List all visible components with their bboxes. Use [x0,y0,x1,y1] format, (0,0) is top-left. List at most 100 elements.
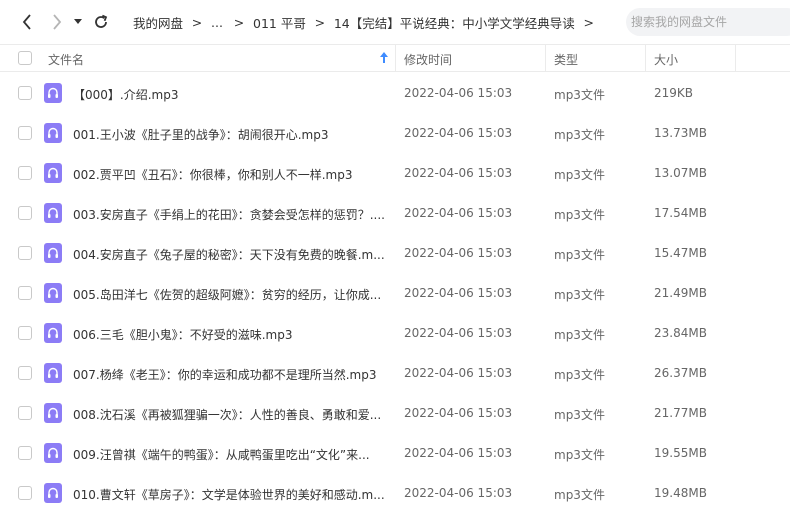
back-button[interactable] [17,12,37,32]
file-name[interactable]: 007.杨绛《老王》：你的幸运和成功都不是理所当然.mp3 [73,366,391,383]
column-header-name[interactable]: 文件名 [48,51,84,68]
breadcrumb-item-ellipsis[interactable]: ... [211,15,225,30]
audio-file-icon [44,323,62,343]
file-size: 19.55MB [654,446,707,460]
file-size: 26.37MB [654,366,707,380]
history-dropdown-button[interactable] [71,12,85,32]
file-type: mp3文件 [554,488,605,502]
file-mtime: 2022-04-06 15:03 [404,86,513,100]
file-name[interactable]: 【000】.介绍.mp3 [73,86,391,103]
file-type: mp3文件 [554,128,605,142]
row-checkbox[interactable] [18,366,32,380]
breadcrumb-item-folder[interactable]: 011 平哥 [253,13,306,32]
chevron-right-icon [53,14,62,30]
row-checkbox[interactable] [18,326,32,340]
file-name[interactable]: 001.王小波《肚子里的战争》：胡闹很开心.mp3 [73,126,391,143]
audio-file-icon [44,363,62,383]
audio-file-icon [44,283,62,303]
row-checkbox[interactable] [18,126,32,140]
file-size: 13.07MB [654,166,707,180]
file-row[interactable]: 005.岛田洋七《佐贺的超级阿嬷》：贫穷的经历，让你成... 2022-04-0… [0,273,790,313]
file-size: 15.47MB [654,246,707,260]
row-checkbox[interactable] [18,446,32,460]
file-row[interactable]: 003.安房直子《手绢上的花田》：贪婪会受怎样的惩罚？.... 2022-04-… [0,193,790,233]
file-row[interactable]: 【000】.介绍.mp3 2022-04-06 15:03 mp3文件 219K… [0,73,790,113]
audio-file-icon [44,163,62,183]
file-type: mp3文件 [554,448,605,462]
file-type: mp3文件 [554,88,605,102]
column-divider[interactable] [545,45,546,71]
file-list-header: 文件名 修改时间 类型 大小 [0,44,790,72]
file-type: mp3文件 [554,328,605,342]
forward-button[interactable] [47,12,67,32]
column-header-mtime[interactable]: 修改时间 [404,51,452,68]
file-row[interactable]: 001.王小波《肚子里的战争》：胡闹很开心.mp3 2022-04-06 15:… [0,113,790,153]
file-size: 17.54MB [654,206,707,220]
audio-file-icon [44,83,62,103]
file-mtime: 2022-04-06 15:03 [404,326,513,340]
breadcrumb-separator: > [233,14,245,30]
file-mtime: 2022-04-06 15:03 [404,286,513,300]
column-header-type[interactable]: 类型 [554,51,578,68]
breadcrumb-separator: > [583,14,595,30]
column-header-size[interactable]: 大小 [654,51,678,68]
file-mtime: 2022-04-06 15:03 [404,446,513,460]
file-mtime: 2022-04-06 15:03 [404,366,513,380]
file-name[interactable]: 006.三毛《胆小鬼》：不好受的滋味.mp3 [73,326,391,343]
row-checkbox[interactable] [18,246,32,260]
file-type: mp3文件 [554,208,605,222]
file-name[interactable]: 002.贾平凹《丑石》：你很棒，你和别人不一样.mp3 [73,166,391,183]
file-row[interactable]: 009.汪曾祺《端午的鸭蛋》：从咸鸭蛋里吃出“文化”来... 2022-04-0… [0,433,790,473]
file-size: 219KB [654,86,694,100]
file-name[interactable]: 010.曹文轩《草房子》：文学是体验世界的美好和感动.m... [73,486,391,503]
breadcrumb: 我的网盘 > ... > 011 平哥 > 14【完结】平说经典：中小学文学经典… [133,13,603,31]
select-all-checkbox[interactable] [18,51,32,65]
file-row[interactable]: 008.沈石溪《再被狐狸骗一次》：人性的善良、勇敢和爱... 2022-04-0… [0,393,790,433]
row-checkbox[interactable] [18,486,32,500]
breadcrumb-separator: > [191,14,203,30]
breadcrumb-item-home[interactable]: 我的网盘 [133,13,183,32]
refresh-button[interactable] [91,12,111,32]
chevron-left-icon [22,14,31,30]
file-name[interactable]: 003.安房直子《手绢上的花田》：贪婪会受怎样的惩罚？.... [73,206,391,223]
file-mtime: 2022-04-06 15:03 [404,126,513,140]
file-size: 21.49MB [654,286,707,300]
file-name[interactable]: 009.汪曾祺《端午的鸭蛋》：从咸鸭蛋里吃出“文化”来... [73,446,391,463]
breadcrumb-separator: > [314,14,326,30]
file-row[interactable]: 010.曹文轩《草房子》：文学是体验世界的美好和感动.m... 2022-04-… [0,473,790,513]
toolbar: 我的网盘 > ... > 011 平哥 > 14【完结】平说经典：中小学文学经典… [0,0,790,44]
search-input[interactable] [631,15,790,29]
file-type: mp3文件 [554,248,605,262]
file-type: mp3文件 [554,288,605,302]
file-row[interactable]: 006.三毛《胆小鬼》：不好受的滋味.mp3 2022-04-06 15:03 … [0,313,790,353]
row-checkbox[interactable] [18,206,32,220]
column-divider[interactable] [395,45,396,71]
row-checkbox[interactable] [18,166,32,180]
audio-file-icon [44,123,62,143]
file-mtime: 2022-04-06 15:03 [404,246,513,260]
file-row[interactable]: 007.杨绛《老王》：你的幸运和成功都不是理所当然.mp3 2022-04-06… [0,353,790,393]
audio-file-icon [44,243,62,263]
file-mtime: 2022-04-06 15:03 [404,406,513,420]
audio-file-icon [44,403,62,423]
column-divider[interactable] [735,45,736,71]
row-checkbox[interactable] [18,86,32,100]
audio-file-icon [44,443,62,463]
file-size: 21.77MB [654,406,707,420]
file-name[interactable]: 005.岛田洋七《佐贺的超级阿嬷》：贫穷的经历，让你成... [73,286,391,303]
file-size: 13.73MB [654,126,707,140]
row-checkbox[interactable] [18,406,32,420]
file-mtime: 2022-04-06 15:03 [404,486,513,500]
search-box [626,8,790,36]
file-row[interactable]: 004.安房直子《兔子屋的秘密》：天下没有免费的晚餐.m... 2022-04-… [0,233,790,273]
file-type: mp3文件 [554,168,605,182]
row-checkbox[interactable] [18,286,32,300]
breadcrumb-item-current[interactable]: 14【完结】平说经典：中小学文学经典导读 [334,13,575,32]
sort-ascending-icon[interactable] [380,52,388,63]
file-name[interactable]: 008.沈石溪《再被狐狸骗一次》：人性的善良、勇敢和爱... [73,406,391,423]
file-name[interactable]: 004.安房直子《兔子屋的秘密》：天下没有免费的晚餐.m... [73,246,391,263]
file-mtime: 2022-04-06 15:03 [404,206,513,220]
file-row[interactable]: 002.贾平凹《丑石》：你很棒，你和别人不一样.mp3 2022-04-06 1… [0,153,790,193]
column-divider[interactable] [645,45,646,71]
file-size: 19.48MB [654,486,707,500]
